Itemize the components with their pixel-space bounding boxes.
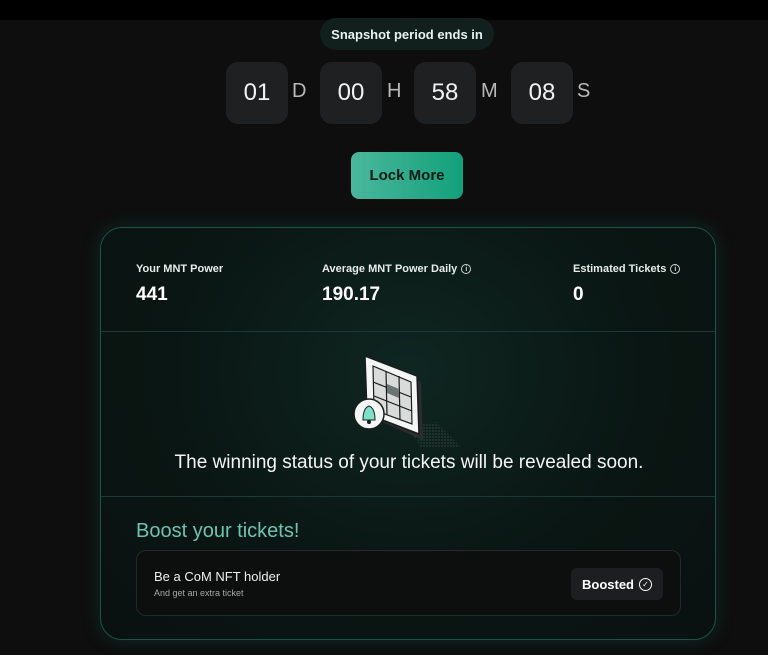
top-strip: [0, 0, 768, 20]
snapshot-label: Snapshot period ends in: [320, 18, 494, 50]
reveal-section: The winning status of your tickets will …: [101, 332, 715, 497]
lock-more-button[interactable]: Lock More: [351, 152, 463, 199]
estimated-tickets-label: Estimated Tickets: [573, 263, 667, 275]
stats-section: Your MNT Power 441 Average MNT Power Dai…: [101, 228, 715, 332]
info-icon[interactable]: i: [461, 264, 472, 274]
countdown-days-unit: D: [292, 80, 307, 102]
page: Snapshot period ends in 01 D 00 H 58 M 0…: [0, 0, 768, 655]
avg-power-label: Average MNT Power Daily: [322, 263, 458, 275]
avg-power-value: 190.17: [322, 284, 381, 305]
mnt-power-label: Your MNT Power: [136, 263, 224, 275]
estimated-tickets-value: 0: [573, 284, 584, 305]
info-icon[interactable]: i: [670, 264, 681, 274]
stat-mnt-power: Your MNT Power 441: [136, 263, 223, 306]
nft-boost-row: Be a CoM NFT holder And get an extra tic…: [136, 550, 681, 616]
boosted-label: Boosted: [582, 576, 634, 592]
mnt-power-value: 441: [136, 284, 168, 305]
countdown-seconds-unit: S: [577, 80, 591, 102]
countdown-hours-unit: H: [387, 80, 402, 102]
ticket-bell-illustration: [353, 354, 461, 447]
nft-subtitle: And get an extra ticket: [154, 588, 244, 598]
countdown-minutes: 58: [414, 62, 476, 124]
countdown-hours: 00: [320, 62, 382, 124]
stat-estimated-tickets: Estimated Tickets i 0: [573, 263, 681, 306]
countdown-days: 01: [226, 62, 288, 124]
reveal-message: The winning status of your tickets will …: [174, 452, 644, 473]
tickets-card: Your MNT Power 441 Average MNT Power Dai…: [100, 227, 716, 640]
stat-avg-power: Average MNT Power Daily i 190.17: [322, 263, 472, 306]
check-circle-icon: ✓: [639, 577, 652, 591]
boost-title: Boost your tickets!: [136, 520, 300, 542]
countdown-seconds: 08: [511, 62, 573, 124]
countdown-timer: 01 D 00 H 58 M 08 S: [0, 62, 768, 126]
boosted-badge: Boosted ✓: [571, 568, 663, 600]
countdown-minutes-unit: M: [481, 80, 498, 102]
nft-title: Be a CoM NFT holder: [154, 569, 281, 584]
